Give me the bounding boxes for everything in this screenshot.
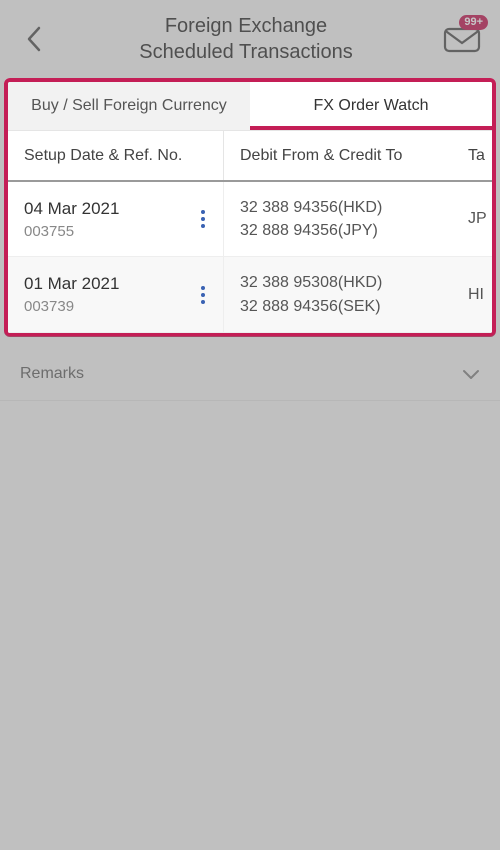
row-credit-to: 32 888 94356(JPY) — [240, 219, 460, 242]
row-target: JP — [468, 182, 492, 256]
tab-buy-sell[interactable]: Buy / Sell Foreign Currency — [8, 82, 250, 130]
col-header-target: Ta — [468, 131, 492, 180]
inbox-badge: 99+ — [459, 15, 488, 30]
page-title: Foreign Exchange Scheduled Transactions — [52, 13, 440, 65]
row-date: 04 Mar 2021 — [24, 199, 119, 219]
back-button[interactable] — [16, 21, 52, 57]
table-row[interactable]: 04 Mar 2021 003755 32 388 94356(HKD) 32 … — [8, 182, 492, 257]
row-credit-to: 32 888 94356(SEK) — [240, 295, 460, 318]
row-menu-button[interactable] — [191, 280, 215, 310]
fx-order-watch-highlight: Buy / Sell Foreign Currency FX Order Wat… — [4, 78, 496, 337]
row-menu-button[interactable] — [191, 204, 215, 234]
chevron-down-icon — [462, 368, 480, 380]
chevron-left-icon — [25, 25, 43, 53]
row-debit-from: 32 388 95308(HKD) — [240, 271, 460, 294]
remarks-toggle[interactable]: Remarks — [0, 349, 500, 401]
row-debit-from: 32 388 94356(HKD) — [240, 196, 460, 219]
row-ref: 003739 — [24, 298, 119, 315]
table-header: Setup Date & Ref. No. Debit From & Credi… — [8, 130, 492, 182]
col-header-setup: Setup Date & Ref. No. — [8, 131, 224, 180]
inbox-button[interactable]: 99+ — [440, 21, 484, 57]
tab-fx-watch-label: FX Order Watch — [314, 97, 429, 115]
row-target: HI — [468, 257, 492, 331]
row-date: 01 Mar 2021 — [24, 274, 119, 294]
col-header-debit: Debit From & Credit To — [224, 131, 468, 180]
row-ref: 003755 — [24, 223, 119, 240]
tab-buy-sell-label: Buy / Sell Foreign Currency — [31, 97, 227, 115]
table-row[interactable]: 01 Mar 2021 003739 32 388 95308(HKD) 32 … — [8, 257, 492, 332]
remarks-label: Remarks — [20, 365, 84, 383]
tab-fx-order-watch[interactable]: FX Order Watch — [250, 82, 492, 130]
